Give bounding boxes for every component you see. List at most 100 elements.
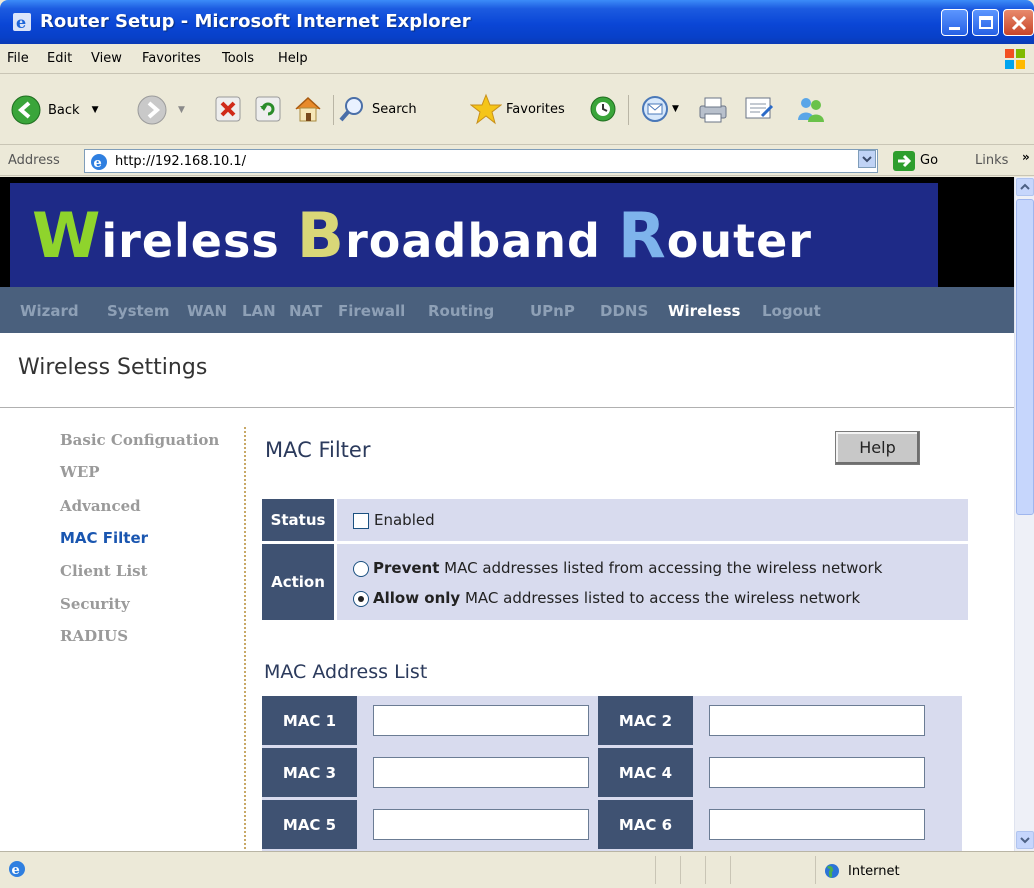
router-banner: Wireless Broadband Router: [0, 177, 1014, 287]
section-divider: [0, 407, 1014, 408]
menu-edit[interactable]: Edit: [47, 51, 72, 66]
sidebar-item-mac-filter[interactable]: MAC Filter: [60, 529, 148, 547]
forward-dropdown-icon[interactable]: ▼: [178, 105, 185, 115]
nav-upnp[interactable]: UPnP: [530, 302, 575, 320]
scroll-down-button[interactable]: [1016, 831, 1034, 849]
stop-button[interactable]: [214, 95, 242, 123]
prevent-radio[interactable]: [353, 561, 369, 577]
mac-label: MAC 3: [262, 748, 357, 797]
banner-cap-w: W: [32, 199, 102, 272]
maximize-button[interactable]: [972, 9, 999, 36]
help-button[interactable]: Help: [835, 431, 920, 465]
forward-button[interactable]: ▼: [136, 94, 185, 126]
nav-lan[interactable]: LAN: [242, 302, 276, 320]
messenger-button[interactable]: [795, 94, 827, 124]
nav-firewall[interactable]: Firewall: [338, 302, 405, 320]
scroll-thumb[interactable]: [1016, 199, 1034, 515]
internet-globe-icon: [825, 864, 839, 879]
vertical-scrollbar[interactable]: [1014, 177, 1034, 851]
back-button[interactable]: Back ▼: [10, 94, 98, 126]
status-row: Status Enabled: [262, 499, 968, 541]
history-button[interactable]: [588, 94, 618, 124]
prevent-option-label[interactable]: Prevent MAC addresses listed from access…: [373, 559, 882, 577]
minimize-button[interactable]: [941, 9, 968, 36]
menu-bar: File Edit View Favorites Tools Help: [0, 44, 1034, 74]
mail-button[interactable]: ▼: [640, 94, 679, 124]
allow-option-label[interactable]: Allow only MAC addresses listed to acces…: [373, 589, 860, 607]
scroll-up-button[interactable]: [1016, 178, 1034, 196]
search-button[interactable]: Search: [338, 95, 417, 123]
mac-label: MAC 6: [598, 800, 693, 849]
mail-dropdown-icon[interactable]: ▼: [672, 104, 679, 114]
mac-4-input[interactable]: [709, 757, 925, 788]
enabled-checkbox[interactable]: [353, 513, 369, 529]
home-button[interactable]: [292, 93, 324, 125]
edit-button[interactable]: [744, 96, 774, 122]
refresh-button[interactable]: [254, 95, 282, 123]
nav-ddns[interactable]: DDNS: [600, 302, 648, 320]
mac-label: MAC 5: [262, 800, 357, 849]
back-arrow-icon: [11, 95, 41, 125]
nav-wizard[interactable]: Wizard: [20, 302, 79, 320]
sidebar-item-client-list[interactable]: Client List: [60, 562, 148, 580]
print-button[interactable]: [696, 94, 730, 124]
forward-arrow-icon: [137, 95, 167, 125]
menu-help[interactable]: Help: [278, 51, 308, 66]
banner-title: Wireless Broadband Router: [32, 199, 812, 272]
nav-logout[interactable]: Logout: [762, 302, 821, 320]
favorites-label: Favorites: [506, 101, 565, 117]
nav-routing[interactable]: Routing: [428, 302, 494, 320]
nav-system[interactable]: System: [107, 302, 169, 320]
address-input[interactable]: e http://192.168.10.1/: [84, 149, 878, 173]
browser-toolbar: Back ▼ ▼ Search Favorites ▼: [0, 75, 1034, 145]
window-titlebar[interactable]: e Router Setup - Microsoft Internet Expl…: [0, 0, 1034, 44]
mac-3-input[interactable]: [373, 757, 589, 788]
go-label[interactable]: Go: [920, 153, 938, 168]
window-title: Router Setup - Microsoft Internet Explor…: [40, 11, 471, 32]
back-dropdown-icon[interactable]: ▼: [92, 105, 99, 115]
sidebar-item-wep[interactable]: WEP: [60, 463, 100, 481]
allow-only-radio[interactable]: [353, 591, 369, 607]
menu-favorites[interactable]: Favorites: [142, 51, 201, 66]
sidebar-item-advanced[interactable]: Advanced: [60, 497, 141, 515]
mac-6-input[interactable]: [709, 809, 925, 840]
links-label[interactable]: Links: [975, 153, 1008, 168]
status-cell: [815, 856, 816, 884]
banner-word-2: roadband: [345, 214, 601, 268]
svg-text:e: e: [16, 13, 26, 32]
content-title: MAC Filter: [265, 438, 371, 462]
sidebar-item-security[interactable]: Security: [60, 595, 130, 613]
mac-2-input[interactable]: [709, 705, 925, 736]
sidebar-item-radius[interactable]: RADIUS: [60, 627, 128, 645]
nav-wan[interactable]: WAN: [187, 302, 227, 320]
messenger-icon: [798, 98, 824, 122]
mac-label: MAC 2: [598, 696, 693, 745]
favorites-star-icon: [470, 93, 502, 125]
search-label: Search: [372, 101, 417, 117]
status-value: Enabled: [337, 499, 968, 541]
status-cell: [655, 856, 656, 884]
section-title: Wireless Settings: [18, 355, 208, 380]
favorites-button[interactable]: Favorites: [470, 93, 565, 125]
nav-nat[interactable]: NAT: [289, 302, 322, 320]
allow-rest: MAC addresses listed to access the wirel…: [460, 589, 861, 607]
nav-wireless[interactable]: Wireless: [668, 302, 740, 320]
go-arrow-icon: [898, 154, 912, 168]
address-dropdown-button[interactable]: [858, 150, 876, 168]
menu-file[interactable]: File: [7, 51, 29, 66]
go-button[interactable]: [893, 151, 915, 171]
close-button[interactable]: [1003, 9, 1034, 36]
toolbar-overflow-icon[interactable]: »: [1022, 150, 1030, 164]
sidebar-item-basic-configuation[interactable]: Basic Configuation: [60, 431, 219, 449]
mac-5-input[interactable]: [373, 809, 589, 840]
chevron-down-icon: [862, 156, 872, 163]
print-icon: [699, 97, 727, 123]
enabled-label[interactable]: Enabled: [374, 511, 435, 529]
search-icon: [339, 97, 363, 122]
mac-1-input[interactable]: [373, 705, 589, 736]
prevent-bold: Prevent: [373, 559, 440, 577]
stop-icon: [215, 96, 241, 122]
menu-view[interactable]: View: [91, 51, 122, 66]
banner-cap-r: R: [617, 199, 667, 272]
menu-tools[interactable]: Tools: [222, 51, 254, 66]
